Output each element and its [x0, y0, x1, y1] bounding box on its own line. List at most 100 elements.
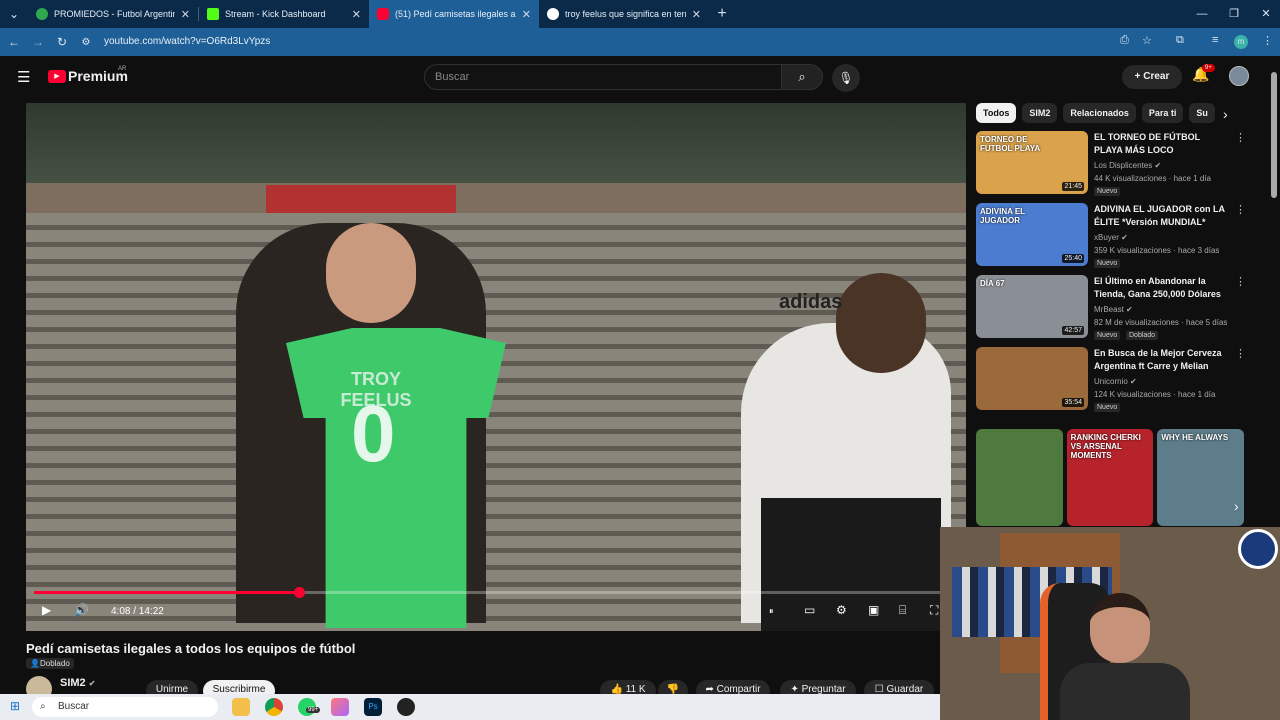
recommendation-item[interactable]: DÍA 67 42:57 El Último en Abandonar la Tie…: [976, 275, 1246, 341]
minimize-icon[interactable]: —: [1186, 0, 1218, 28]
recommendation-item[interactable]: ADIVINA EL JUGADOR 25:40 ADIVINA EL JUGADO…: [976, 203, 1246, 269]
recommendation-title[interactable]: El Último en Abandonar la Tienda, Gana 2…: [1094, 275, 1228, 301]
tab-close-icon[interactable]: ✕: [692, 8, 701, 21]
webcam-logo: [1238, 529, 1278, 569]
video-person-right: [741, 233, 951, 631]
restore-icon[interactable]: ❐: [1218, 0, 1250, 28]
profile-icon[interactable]: m: [1234, 35, 1248, 49]
more-options-icon[interactable]: ⋮: [1235, 347, 1246, 360]
recommendation-title[interactable]: En Busca de la Mejor Cerveza Argentina f…: [1094, 347, 1228, 373]
site-info-icon[interactable]: ⚙: [74, 37, 98, 48]
back-arrow-icon[interactable]: ←: [2, 35, 26, 49]
tab-kick-dashboard[interactable]: Stream - Kick Dashboard ✕: [199, 0, 369, 28]
recommendation-views: 124 K visualizaciones · hace 1 día: [1094, 390, 1216, 399]
fullscreen-icon[interactable]: ⛶: [930, 603, 938, 618]
recommendation-item[interactable]: 35:54 En Busca de la Mejor Cerveza Argent…: [976, 347, 1246, 413]
tab-title: troy feelus que significa en term: [565, 9, 686, 19]
chip-1[interactable]: SIM2: [1022, 103, 1058, 123]
dubbed-badge-label: Doblado: [39, 659, 70, 668]
recommendation-thumbnail[interactable]: TORNEO DE FUTBOL PLAYA 21:45: [976, 131, 1088, 194]
recommendation-title[interactable]: ADIVINA EL JUGADOR con LA ÉLITE *Versión…: [1094, 203, 1228, 229]
chip-0[interactable]: Todos: [976, 103, 1017, 123]
file-explorer-icon[interactable]: [232, 698, 250, 716]
progress-scrubber-handle[interactable]: [293, 587, 305, 598]
more-options-icon[interactable]: ⋮: [1235, 275, 1246, 288]
photoshop-icon[interactable]: Ps: [364, 698, 382, 716]
kick-favicon-icon: [207, 8, 219, 20]
search-input[interactable]: Buscar: [424, 64, 782, 90]
hamburger-menu-icon[interactable]: ☰: [17, 68, 30, 86]
install-app-icon[interactable]: ⎙: [1120, 34, 1129, 47]
youtube-logo-icon[interactable]: ▶: [48, 70, 66, 83]
chips-next-chevron-icon[interactable]: ›: [1223, 106, 1228, 122]
recommendation-channel[interactable]: MrBeast ✔: [1094, 305, 1133, 314]
microphone-icon[interactable]: 🎙: [832, 64, 860, 92]
channel-text: MrBeast: [1094, 305, 1124, 314]
close-window-icon[interactable]: ✕: [1250, 0, 1280, 28]
windows-start-icon[interactable]: ⊞: [10, 699, 20, 713]
volume-icon[interactable]: 🔊: [74, 603, 89, 617]
extensions-puzzle-icon[interactable]: ⧉: [1176, 34, 1184, 47]
video-red-banner: [266, 185, 456, 213]
recommendation-views: 82 M de visualizaciones · hace 5 días: [1094, 318, 1228, 327]
channel-name-text: SIM2: [60, 677, 86, 689]
tab-google-search[interactable]: troy feelus que significa en term ✕: [539, 0, 709, 28]
browser-menu-icon[interactable]: ⋮: [1262, 34, 1273, 47]
channel-text: Unicornio: [1094, 377, 1128, 386]
progress-bar[interactable]: [34, 587, 954, 598]
tab-list-button[interactable]: ⌄: [0, 7, 28, 21]
chip-4[interactable]: Su: [1189, 103, 1215, 123]
notification-count-badge: 9+: [1202, 64, 1215, 72]
recommendation-channel[interactable]: Unicornio ✔: [1094, 377, 1137, 386]
recommendation-channel[interactable]: xBuyer ✔: [1094, 233, 1128, 242]
tab-title: PROMIEDOS - Futbol Argentino: [54, 9, 175, 19]
obs-icon[interactable]: [397, 698, 415, 716]
app-gradient-icon[interactable]: [331, 698, 349, 716]
recommendation-item[interactable]: TORNEO DE FUTBOL PLAYA 21:45 EL TORNEO DE …: [976, 131, 1246, 197]
recommendation-views: 44 K visualizaciones · hace 1 día: [1094, 174, 1211, 183]
create-button[interactable]: + Crear: [1122, 65, 1182, 89]
autoplay-toggle-icon[interactable]: ⏸: [769, 606, 774, 617]
reload-icon[interactable]: ↻: [50, 35, 74, 49]
settings-gear-icon[interactable]: ⚙: [836, 603, 847, 617]
short-thumbnail[interactable]: RANKING CHERKI VS ARSENAL MOMENTS: [1066, 429, 1154, 526]
url-field[interactable]: youtube.com/watch?v=O6Rd3LvYpzs: [104, 36, 270, 47]
tab-promiedos[interactable]: PROMIEDOS - Futbol Argentino ✕: [28, 0, 198, 28]
new-tab-plus-icon[interactable]: +: [709, 5, 735, 23]
forward-arrow-icon[interactable]: →: [26, 35, 50, 49]
recommendation-thumbnail[interactable]: ADIVINA EL JUGADOR 25:40: [976, 203, 1088, 266]
more-options-icon[interactable]: ⋮: [1235, 131, 1246, 144]
shorts-shelf: RANKING CHERKI VS ARSENAL MOMENTS WHY HE …: [976, 429, 1245, 526]
jersey-number-text: 0: [351, 389, 396, 478]
bookmark-star-icon[interactable]: ☆: [1142, 34, 1152, 47]
cast-icon[interactable]: ⌸: [899, 603, 906, 618]
tab-close-icon[interactable]: ✕: [352, 8, 361, 21]
video-player[interactable]: TROY FEELUS 0 adidas ▶ 🔊 4:08 / 14:22 ⏸ …: [26, 103, 966, 631]
search-icon[interactable]: ⌕: [781, 64, 823, 90]
play-icon[interactable]: ▶: [42, 603, 51, 617]
page-scrollbar[interactable]: [1271, 72, 1277, 198]
short-thumbnail[interactable]: [976, 429, 1063, 526]
account-avatar[interactable]: [1229, 66, 1249, 86]
recommendation-channel[interactable]: Los Displicentes ✔: [1094, 161, 1161, 170]
recommendation-title[interactable]: EL TORNEO DE FÚTBOL PLAYA MÁS LOCO: [1094, 131, 1228, 157]
chrome-icon[interactable]: [265, 698, 283, 716]
more-options-icon[interactable]: ⋮: [1235, 203, 1246, 216]
tab-close-icon[interactable]: ✕: [522, 8, 531, 21]
recommendation-thumbnail[interactable]: DÍA 67 42:57: [976, 275, 1088, 338]
shorts-next-chevron-icon[interactable]: ›: [1234, 498, 1239, 514]
tab-close-icon[interactable]: ✕: [181, 8, 190, 21]
channel-name[interactable]: SIM2 ✔: [60, 677, 95, 689]
duration-badge: 35:54: [1062, 398, 1084, 407]
video-person-left-head: [326, 223, 416, 323]
chip-2[interactable]: Relacionados: [1063, 103, 1136, 123]
subtitles-icon[interactable]: ▭: [804, 603, 815, 617]
short-thumbnail[interactable]: WHY HE ALWAYS: [1157, 429, 1245, 526]
taskbar-search[interactable]: ⌕ Buscar: [32, 697, 218, 717]
miniplayer-icon[interactable]: ▣: [868, 603, 879, 617]
progress-fill: [34, 591, 299, 594]
media-controls-icon[interactable]: ≡: [1212, 34, 1218, 46]
chip-3[interactable]: Para ti: [1141, 103, 1184, 123]
recommendation-thumbnail[interactable]: 35:54: [976, 347, 1088, 410]
tab-youtube-video[interactable]: (51) Pedí camisetas ilegales a to ✕: [369, 0, 539, 28]
